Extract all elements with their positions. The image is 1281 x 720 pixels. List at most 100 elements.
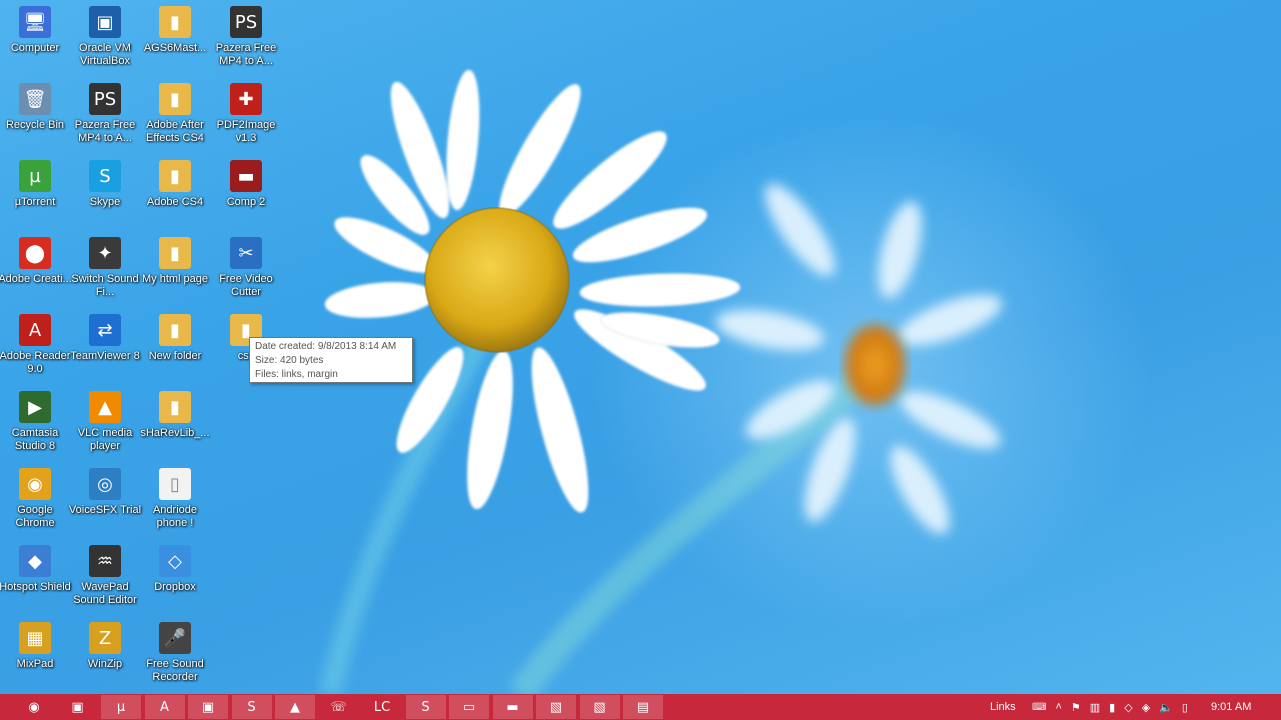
desktop-icon[interactable]: ✚ PDF2Image v1.3 bbox=[209, 83, 283, 145]
mixpad-icon: ▦ bbox=[19, 622, 51, 654]
desktop-icon-label: My html page bbox=[141, 273, 209, 285]
desktop-icon[interactable]: A Adobe Reader 9.0 bbox=[0, 314, 72, 376]
input-method-icon[interactable]: ▯ bbox=[1182, 701, 1188, 714]
folder-icon: ▮ bbox=[159, 83, 191, 115]
vlc-icon: ▲ bbox=[290, 699, 300, 715]
desktop-icon[interactable]: ▮ Adobe CS4 bbox=[138, 160, 212, 209]
desktop-icon[interactable]: ▮ AGS6Mast... bbox=[138, 6, 212, 55]
desktop-icon-label: Hotspot Shield bbox=[0, 581, 71, 593]
desktop-icon-label: Comp 2 bbox=[226, 196, 266, 208]
taskbar-button-app-icon[interactable]: ▣ bbox=[58, 695, 98, 719]
desktop-icon[interactable]: ⇄ TeamViewer 8 bbox=[68, 314, 142, 363]
folder-icon: ▮ bbox=[159, 160, 191, 192]
desktop-icon-label: PDF2Image v1.3 bbox=[216, 119, 276, 144]
desktop-icon-label: Switch Sound Fi... bbox=[71, 273, 139, 298]
viber-icon: ☏ bbox=[330, 699, 347, 715]
notepad-icon: ▤ bbox=[636, 699, 650, 715]
taskbar-button-skype-icon[interactable]: S bbox=[231, 695, 272, 719]
desktop-icon[interactable]: ▮ My html page bbox=[138, 237, 212, 286]
pdf-icon: ▧ bbox=[549, 699, 563, 715]
taskbar-button-utorrent-icon[interactable]: µ bbox=[101, 695, 141, 719]
taskbar-button-adobe-reader-icon[interactable]: A bbox=[144, 695, 185, 719]
keyboard-icon[interactable]: ⌨ bbox=[1032, 702, 1046, 713]
desktop-icon-label: MixPad bbox=[16, 658, 54, 670]
taskbar-button-skype-icon[interactable]: S bbox=[405, 695, 446, 719]
desktop-icon[interactable]: ✦ Switch Sound Fi... bbox=[68, 237, 142, 299]
switch-sound-icon: ✦ bbox=[89, 237, 121, 269]
links-toolbar[interactable]: Links bbox=[990, 694, 1016, 720]
desktop-icon-label: Google Chrome bbox=[15, 504, 55, 529]
taskbar-button-file-explorer-icon[interactable]: ▬ bbox=[492, 695, 533, 719]
pazera-icon: PS bbox=[89, 83, 121, 115]
taskbar-button-chrome-icon[interactable]: ◉ bbox=[14, 695, 54, 719]
desktop-icon[interactable]: ▮ Adobe After Effects CS4 bbox=[138, 83, 212, 145]
desktop-icon[interactable]: PS Pazera Free MP4 to A... bbox=[68, 83, 142, 145]
folder-tooltip: Date created: 9/8/2013 8:14 AM Size: 420… bbox=[249, 337, 413, 383]
volume-icon[interactable]: 🔈 bbox=[1159, 701, 1173, 714]
power-icon[interactable]: ▮ bbox=[1109, 701, 1115, 714]
remote-desktop-icon: ▭ bbox=[462, 699, 476, 715]
desktop-icon[interactable]: 🖥 Computer bbox=[0, 6, 72, 55]
desktop-icon[interactable]: ▮ New folder bbox=[138, 314, 212, 363]
desktop-icon[interactable]: 🎤 Free Sound Recorder bbox=[138, 622, 212, 684]
desktop-icon-label: Recycle Bin bbox=[5, 119, 65, 131]
taskbar-button-pdf-icon[interactable]: ▧ bbox=[579, 695, 620, 719]
desktop-icon[interactable]: ◆ Hotspot Shield bbox=[0, 545, 72, 594]
network-tray-icon[interactable]: ◈ bbox=[1142, 701, 1150, 714]
folder-icon: ▮ bbox=[159, 6, 191, 38]
desktop-icon-label: Free Video Cutter bbox=[219, 273, 273, 298]
taskbar-button-remote-desktop-icon[interactable]: ▭ bbox=[449, 695, 489, 719]
taskbar-button-lc-icon[interactable]: LC bbox=[362, 695, 402, 719]
taskbar-button-notepad-icon[interactable]: ▤ bbox=[623, 695, 663, 719]
desktop-icon[interactable]: ♒ WavePad Sound Editor bbox=[68, 545, 142, 607]
desktop-icon[interactable]: PS Pazera Free MP4 to A... bbox=[209, 6, 283, 68]
desktop-icon[interactable]: ◇ Dropbox bbox=[138, 545, 212, 594]
tray-overflow-chevron-icon[interactable]: ˄ bbox=[1055, 701, 1061, 713]
desktop-icon[interactable]: ▲ VLC media player bbox=[68, 391, 142, 453]
desktop-icon-label: Computer bbox=[10, 42, 60, 54]
chrome-icon: ◉ bbox=[19, 468, 51, 500]
skype-icon: S bbox=[89, 160, 121, 192]
network-icon[interactable]: ▥ bbox=[1090, 701, 1100, 714]
taskbar-button-viber-icon[interactable]: ☏ bbox=[319, 695, 359, 719]
desktop-icon[interactable]: 🗑 Recycle Bin bbox=[0, 83, 72, 132]
desktop-icon-label: WinZip bbox=[87, 658, 123, 670]
desktop-icon[interactable]: ▯ Andriode phone ! bbox=[138, 468, 212, 530]
desktop-icon-label: AGS6Mast... bbox=[143, 42, 207, 54]
taskbar-button-vlc-icon[interactable]: ▲ bbox=[275, 695, 315, 719]
desktop-icon[interactable]: ✂ Free Video Cutter bbox=[209, 237, 283, 299]
pdf-icon: ▧ bbox=[593, 699, 606, 715]
skype-icon: S bbox=[247, 699, 256, 715]
adobe-reader-icon: A bbox=[19, 314, 51, 346]
desktop-icon[interactable]: ▮ sHaRevLib_... bbox=[138, 391, 212, 440]
desktop-icon-label: Camtasia Studio 8 bbox=[11, 427, 59, 452]
desktop-icon[interactable]: µ µTorrent bbox=[0, 160, 72, 209]
folder-icon: ▮ bbox=[159, 314, 191, 346]
taskbar-button-virtualbox-icon[interactable]: ▣ bbox=[188, 695, 228, 719]
links-label: Links bbox=[990, 701, 1016, 713]
desktop-icon[interactable]: ◎ VoiceSFX Trial bbox=[68, 468, 142, 517]
system-tray: ⌨ ˄ ⚑ ▥ ▮ ◇ ◈ 🔈 ▯ bbox=[1032, 694, 1188, 720]
desktop-icon[interactable]: Z WinZip bbox=[68, 622, 142, 671]
desktop-icon[interactable]: ▶ Camtasia Studio 8 bbox=[0, 391, 72, 453]
hotspot-shield-icon: ◆ bbox=[19, 545, 51, 577]
desktop-icon[interactable]: S Skype bbox=[68, 160, 142, 209]
desktop-icon[interactable]: ▦ MixPad bbox=[0, 622, 72, 671]
dropbox-tray-icon[interactable]: ◇ bbox=[1124, 701, 1132, 714]
desktop-icon-label: Oracle VM VirtualBox bbox=[79, 42, 131, 67]
clock-time: 9:01 AM bbox=[1211, 701, 1252, 713]
desktop-icon-label: VLC media player bbox=[77, 427, 133, 452]
virtualbox-icon: ▣ bbox=[201, 699, 215, 715]
desktop-icon[interactable]: ⬤ Adobe Creati... bbox=[0, 237, 72, 286]
desktop-icon-label: Andriode phone ! bbox=[152, 504, 198, 529]
taskbar-button-pdf-icon[interactable]: ▧ bbox=[536, 695, 576, 719]
flag-icon[interactable]: ⚑ bbox=[1071, 701, 1081, 714]
wavepad-icon: ♒ bbox=[89, 545, 121, 577]
desktop-icon[interactable]: ◉ Google Chrome bbox=[0, 468, 72, 530]
desktop-icon[interactable]: ▬ Comp 2 bbox=[209, 160, 283, 209]
desktop-icon[interactable]: ▣ Oracle VM VirtualBox bbox=[68, 6, 142, 68]
desktop-icon-label: Adobe Creati... bbox=[0, 273, 72, 285]
clock[interactable]: 9:01 AM bbox=[1211, 694, 1251, 720]
dropbox-icon: ◇ bbox=[159, 545, 191, 577]
desktop-icon-label: sHaRevLib_... bbox=[140, 427, 210, 439]
